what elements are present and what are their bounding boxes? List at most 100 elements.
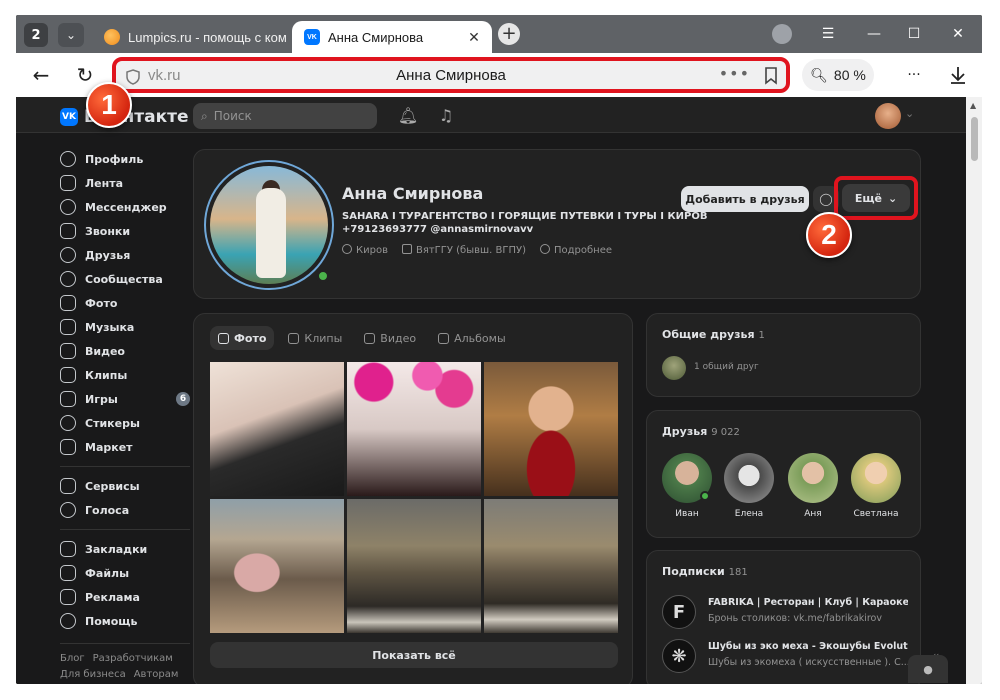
profile-details-link[interactable]: Подробнее: [539, 244, 612, 256]
more-button[interactable]: Ещё ⌄: [842, 184, 910, 212]
notifications-bell-icon[interactable]: 🔔︎: [398, 105, 418, 125]
sidebar-item-messenger[interactable]: Мессенджер: [60, 195, 190, 219]
sidebar-item-video[interactable]: Видео: [60, 339, 190, 363]
zoom-indicator[interactable]: 🔍︎ 80 %: [802, 59, 874, 91]
sidebar-item-communities[interactable]: Сообщества: [60, 267, 190, 291]
tab-video[interactable]: Видео: [356, 326, 424, 350]
vk-header: VK ВКонтакте ⌕ Поиск 🔔︎ ♫ ⌄: [16, 97, 966, 133]
address-page-title: Анна Смирнова: [396, 67, 506, 84]
friend-item[interactable]: Иван: [657, 453, 717, 519]
video-icon: [364, 332, 376, 344]
footer-link-developers[interactable]: Разработчикам: [93, 653, 173, 664]
friend-item[interactable]: Аня: [783, 453, 843, 519]
friends-title[interactable]: Друзья 9 022: [662, 425, 740, 438]
scrollbar-thumb[interactable]: [971, 117, 978, 161]
tab-albums[interactable]: Альбомы: [430, 326, 514, 350]
chat-bubble-icon[interactable]: ●: [908, 655, 948, 683]
tab-label: Фото: [234, 331, 267, 345]
subscription-item[interactable]: ❋ Шубы из эко меха - Экошубы Evolution..…: [662, 637, 912, 673]
sidebar-item-label: Видео: [85, 344, 125, 358]
card-count: 9 022: [711, 427, 740, 438]
page-scrollbar[interactable]: ▲: [966, 97, 982, 684]
tab-close-icon[interactable]: ✕: [466, 29, 482, 46]
tab-menu-icon[interactable]: ☰: [816, 23, 840, 45]
sidebar-divider: [60, 466, 190, 467]
chevron-down-icon[interactable]: ⌄: [905, 107, 914, 120]
profile-avatar-ring[interactable]: [204, 160, 334, 290]
photo-thumbnail[interactable]: [347, 362, 481, 496]
sidebar-item-profile[interactable]: Профиль: [60, 147, 190, 171]
subscriptions-title[interactable]: Подписки 181: [662, 565, 748, 578]
sidebar-item-feed[interactable]: Лента: [60, 171, 190, 195]
bookmark-icon[interactable]: [764, 67, 778, 85]
sidebar-item-market[interactable]: Маркет: [60, 435, 190, 459]
footer-link-blog[interactable]: Блог: [60, 653, 85, 664]
profile-university[interactable]: ВятГГУ (бывш. ВГПУ): [401, 244, 526, 256]
minimize-icon[interactable]: —: [862, 23, 886, 45]
footer-link-business[interactable]: Для бизнеса: [60, 669, 126, 680]
sidebar-item-stickers[interactable]: Стикеры: [60, 411, 190, 435]
photo-thumbnail[interactable]: [484, 362, 618, 496]
card-title: Друзья: [662, 425, 708, 438]
add-friend-button[interactable]: Добавить в друзья: [681, 186, 809, 212]
profile-avatar: [210, 166, 328, 284]
sidebar-item-calls[interactable]: Звонки: [60, 219, 190, 243]
photo-thumbnail[interactable]: [210, 499, 344, 633]
zoom-value: 80 %: [833, 67, 866, 83]
photo-thumbnail[interactable]: [210, 362, 344, 496]
sidebar-item-files[interactable]: Файлы: [60, 561, 190, 585]
subscription-item[interactable]: F FABRIKA | Ресторан | Клуб | Караоке | …: [662, 593, 912, 629]
sidebar-item-services[interactable]: Сервисы: [60, 474, 190, 498]
tab-counter-button[interactable]: 2: [24, 23, 48, 47]
fabrika-logo-icon: F: [662, 595, 696, 629]
address-more-icon[interactable]: •••: [719, 64, 750, 83]
sidebar-item-votes[interactable]: Голоса: [60, 498, 190, 522]
friend-item[interactable]: Светлана: [846, 453, 906, 519]
footer-link-authors[interactable]: Авторам: [134, 669, 179, 680]
mutual-friends-title[interactable]: Общие друзья 1: [662, 328, 765, 341]
tab-vk-profile[interactable]: VK Анна Смирнова ✕: [292, 21, 492, 53]
sidebar-item-bookmarks[interactable]: Закладки: [60, 537, 190, 561]
sidebar-item-clips[interactable]: Клипы: [60, 363, 190, 387]
show-all-photos-button[interactable]: Показать всё: [210, 642, 618, 668]
close-window-icon[interactable]: ✕: [946, 23, 970, 45]
browser-menu-button[interactable]: ...: [902, 63, 926, 79]
back-arrow-icon[interactable]: ←: [28, 63, 54, 87]
new-tab-button[interactable]: +: [498, 23, 520, 45]
photo-thumbnail[interactable]: [484, 499, 618, 633]
sidebar-item-ads[interactable]: Реклама: [60, 585, 190, 609]
photo-grid: [210, 362, 618, 633]
browser-profile-icon[interactable]: [772, 24, 792, 44]
clips-icon: [60, 367, 76, 383]
sidebar-item-music[interactable]: Музыка: [60, 315, 190, 339]
sidebar-item-games[interactable]: Игры 6: [60, 387, 190, 411]
user-avatar[interactable]: [875, 103, 901, 129]
photo-thumbnail[interactable]: [347, 499, 481, 633]
feed-icon: [60, 175, 76, 191]
vk-page: VK ВКонтакте ⌕ Поиск 🔔︎ ♫ ⌄ Профиль Лент…: [16, 97, 982, 684]
profile-icon: [60, 151, 76, 167]
friend-avatar: [724, 453, 774, 503]
profile-city[interactable]: Киров: [342, 244, 388, 256]
tab-label: Клипы: [304, 331, 343, 345]
vk-search-input[interactable]: ⌕ Поиск: [193, 103, 377, 129]
sidebar-item-photos[interactable]: Фото: [60, 291, 190, 315]
tab-list-chevron-icon[interactable]: ⌄: [58, 23, 84, 47]
tab-lumpics[interactable]: Lumpics.ru - помощь с ком: [96, 21, 286, 53]
help-icon: [60, 613, 76, 629]
mutual-friend-avatar[interactable]: [662, 356, 686, 380]
address-bar[interactable]: vk.ru Анна Смирнова •••: [112, 57, 790, 93]
reload-icon[interactable]: ↻: [72, 63, 98, 87]
tab-clips[interactable]: Клипы: [280, 326, 350, 350]
sidebar-item-help[interactable]: Помощь: [60, 609, 190, 633]
city-label: Киров: [356, 245, 388, 256]
sidebar-item-friends[interactable]: Друзья: [60, 243, 190, 267]
maximize-icon[interactable]: ☐: [902, 23, 926, 45]
scroll-up-icon[interactable]: ▲: [970, 101, 976, 110]
friend-item[interactable]: Елена: [719, 453, 779, 519]
mutual-friends-text[interactable]: 1 общий друг: [694, 362, 759, 372]
download-icon[interactable]: [946, 63, 970, 87]
music-note-icon[interactable]: ♫: [436, 105, 456, 125]
tab-photos[interactable]: Фото: [210, 326, 275, 350]
sidebar-item-label: Звонки: [85, 224, 131, 238]
